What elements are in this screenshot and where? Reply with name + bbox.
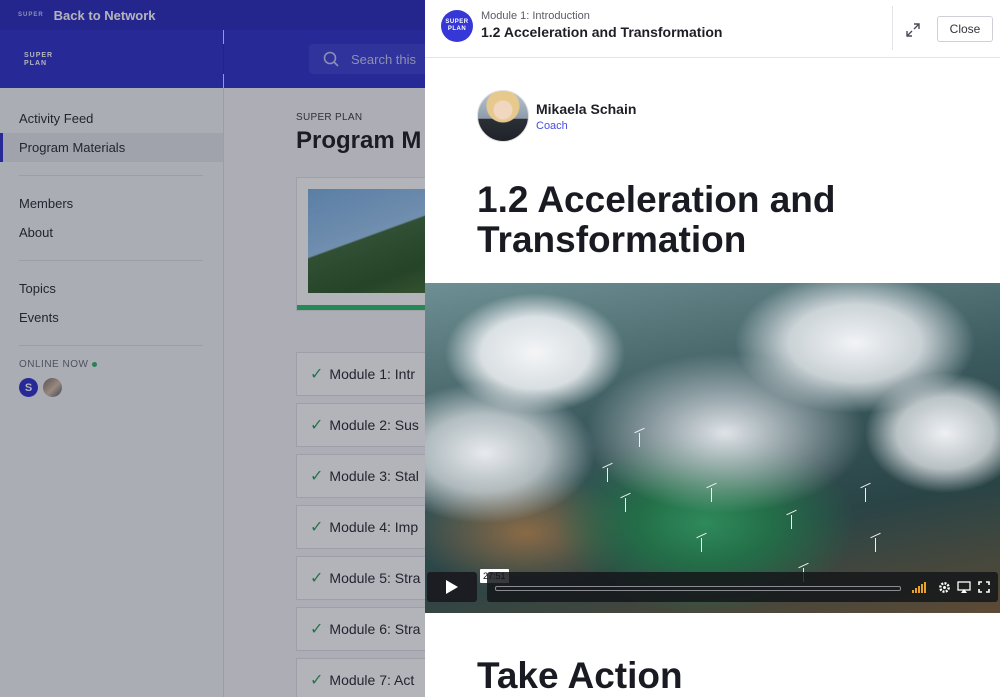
turbine-graphic <box>625 498 626 512</box>
panel-title: 1.2 Acceleration and Transformation <box>481 24 723 40</box>
header-divider <box>892 6 893 50</box>
author-role: Coach <box>536 119 568 132</box>
author-name[interactable]: Mikaela Schain <box>536 101 636 117</box>
video-scrubber[interactable] <box>495 586 901 591</box>
author-avatar[interactable] <box>477 90 529 142</box>
brand-badge: SUPER PLAN <box>441 10 473 42</box>
fullscreen-icon <box>978 581 990 593</box>
turbine-graphic <box>701 538 702 552</box>
brand-badge-line2: PLAN <box>447 26 467 32</box>
gear-icon <box>938 581 950 593</box>
lesson-title: 1.2 Acceleration and Transformation <box>477 179 836 260</box>
brand-badge-line1: SUPER <box>445 19 469 25</box>
play-button[interactable] <box>427 572 477 602</box>
turbine-graphic <box>639 433 640 447</box>
section-heading: Take Action <box>477 655 683 696</box>
panel-subtitle: Module 1: Introduction <box>481 10 590 22</box>
expand-button[interactable] <box>903 20 923 40</box>
panel-header: SUPER PLAN Module 1: Introduction 1.2 Ac… <box>425 0 1000 58</box>
turbine-graphic <box>791 515 792 529</box>
airplay-icon <box>957 580 971 593</box>
turbine-graphic <box>607 468 608 482</box>
turbine-graphic <box>865 488 866 502</box>
close-button[interactable]: Close <box>937 16 993 42</box>
settings-button[interactable] <box>937 580 951 594</box>
turbine-graphic <box>875 538 876 552</box>
author-block: Mikaela Schain Coach <box>477 90 636 142</box>
control-bar <box>487 572 998 602</box>
play-icon <box>446 580 458 594</box>
video-controls <box>425 572 1000 602</box>
volume-control[interactable] <box>912 581 926 593</box>
fullscreen-button[interactable] <box>977 580 991 594</box>
video-player[interactable]: 27:51 <box>425 283 1000 613</box>
author-meta: Mikaela Schain Coach <box>536 101 636 132</box>
expand-icon <box>906 23 920 37</box>
lesson-panel: SUPER PLAN Module 1: Introduction 1.2 Ac… <box>425 0 1000 697</box>
airplay-button[interactable] <box>957 580 971 594</box>
turbine-graphic <box>711 488 712 502</box>
